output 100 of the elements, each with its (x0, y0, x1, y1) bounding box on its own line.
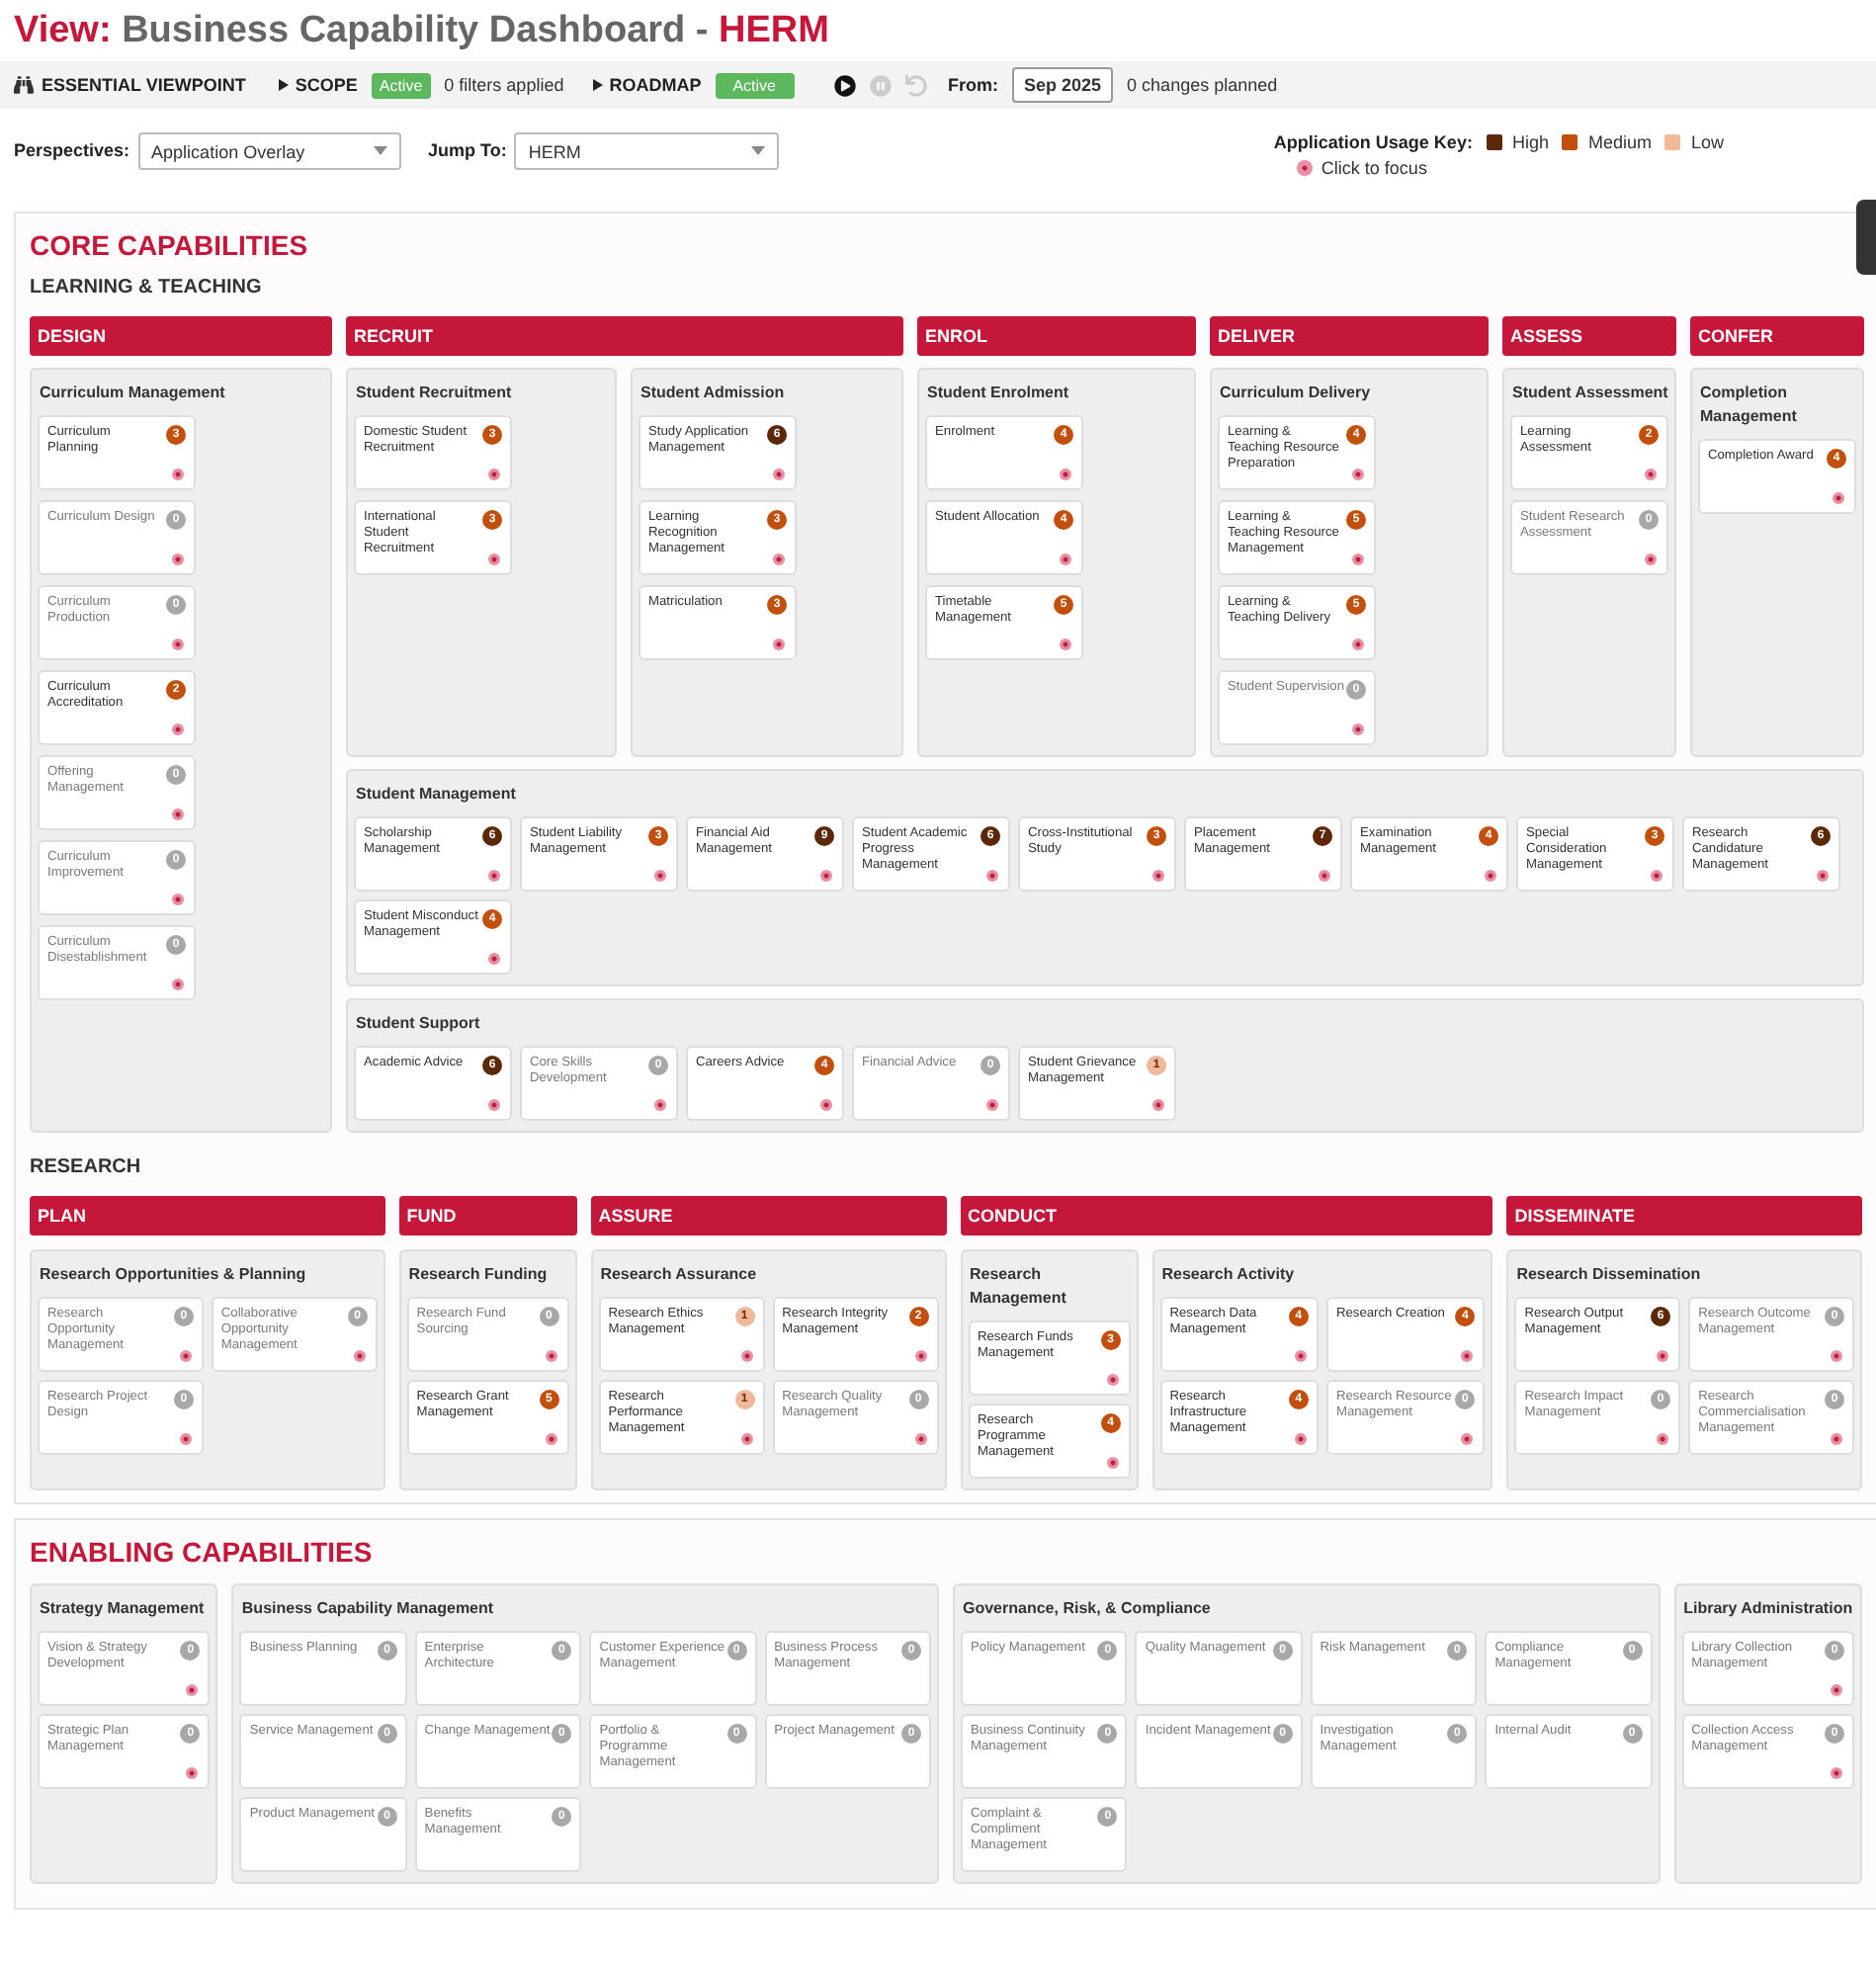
focus-icon[interactable] (488, 1099, 500, 1111)
focus-icon[interactable] (740, 1433, 753, 1445)
focus-icon[interactable] (1294, 1350, 1307, 1362)
focus-icon[interactable] (1831, 1433, 1842, 1445)
focus-icon[interactable] (488, 870, 500, 882)
group-title: Research Funding (408, 1263, 550, 1287)
group-title: Research Activity (1161, 1263, 1297, 1287)
jump-to-select[interactable]: HERM (514, 132, 780, 170)
focus-icon[interactable] (654, 870, 666, 882)
focus-icon[interactable] (353, 1350, 366, 1362)
focus-icon[interactable] (1651, 870, 1663, 882)
focus-icon[interactable] (1831, 1767, 1842, 1779)
focus-icon[interactable] (914, 1433, 926, 1445)
caret-icon (593, 79, 604, 91)
focus-icon[interactable] (1352, 639, 1364, 650)
changes-info: 0 changes planned (1127, 75, 1278, 95)
focus-icon[interactable] (1060, 469, 1071, 480)
legend-label: Low (1690, 132, 1724, 152)
perspectives-label: Perspectives: (14, 140, 130, 160)
focus-icon[interactable] (186, 1684, 199, 1696)
legend-label: High (1511, 132, 1549, 152)
focus-icon[interactable] (1060, 554, 1071, 565)
focus-icon[interactable] (1352, 724, 1364, 735)
focus-icon[interactable] (488, 554, 500, 565)
binoculars-icon (14, 75, 34, 95)
stage-header: ASSESS (1502, 316, 1676, 356)
focus-icon[interactable] (820, 870, 832, 882)
group-title: Student Enrolment (927, 382, 1071, 405)
subsection-title: LEARNING & TEACHING (30, 277, 264, 298)
focus-icon[interactable] (1461, 1433, 1474, 1445)
focus-icon[interactable] (1352, 554, 1364, 565)
focus-icon[interactable] (1645, 554, 1657, 565)
dropdown-caret-icon (373, 146, 387, 156)
focus-icon[interactable] (773, 639, 785, 650)
focus-icon[interactable] (1831, 1350, 1842, 1362)
focus-icon[interactable] (1106, 1457, 1119, 1469)
page-title: View: Business Capability Dashboard - HERM (12, 8, 831, 55)
focus-icon[interactable] (1352, 469, 1364, 480)
jump-to-label: Jump To: (428, 140, 507, 160)
focus-icon[interactable] (1657, 1350, 1669, 1362)
focus-icon (1297, 160, 1314, 176)
focus-icon[interactable] (488, 953, 500, 965)
stage-header: DESIGN (30, 316, 332, 356)
group-title: Business Capability Management (241, 1597, 496, 1621)
stage-header: RECRUIT (346, 316, 903, 356)
focus-icon[interactable] (488, 469, 500, 480)
focus-icon[interactable] (1833, 492, 1844, 504)
focus-icon[interactable] (186, 1767, 199, 1779)
focus-icon[interactable] (1319, 870, 1330, 882)
focus-icon[interactable] (1152, 870, 1164, 882)
focus-icon[interactable] (172, 639, 184, 650)
focus-icon[interactable] (654, 1099, 666, 1111)
focus-icon[interactable] (179, 1433, 192, 1445)
focus-icon[interactable] (172, 724, 184, 735)
focus-icon[interactable] (172, 979, 184, 990)
group-title: Library Administration (1683, 1597, 1854, 1621)
focus-icon[interactable] (986, 1099, 998, 1111)
focus-icon[interactable] (1817, 870, 1829, 882)
group-title: Governance, Risk, & Compliance (963, 1597, 1213, 1621)
stage-header: PLAN (30, 1196, 385, 1236)
focus-icon[interactable] (179, 1350, 192, 1362)
play-icon[interactable] (833, 74, 856, 96)
focus-icon[interactable] (1060, 639, 1071, 650)
group-title: Research Dissemination (1516, 1263, 1703, 1287)
roadmap-label[interactable]: ROADMAP (609, 75, 702, 95)
date-field[interactable]: Sep 2025 (1012, 67, 1114, 103)
group-title: Strategy Management (40, 1597, 207, 1621)
scope-label[interactable]: SCOPE (295, 75, 358, 95)
scope-status-badge: Active (371, 72, 431, 98)
focus-icon[interactable] (1831, 1684, 1842, 1696)
focus-icon[interactable] (1461, 1350, 1474, 1362)
focus-icon[interactable] (1485, 870, 1496, 882)
focus-icon[interactable] (740, 1350, 753, 1362)
focus-icon[interactable] (172, 894, 184, 905)
group-title: Student Assessment (1512, 382, 1668, 405)
focus-icon[interactable] (172, 554, 184, 565)
perspectives-select[interactable]: Application Overlay (137, 132, 401, 170)
caret-icon (279, 79, 290, 91)
focus-icon[interactable] (172, 469, 184, 480)
focus-icon[interactable] (1645, 469, 1657, 480)
focus-icon[interactable] (1106, 1374, 1119, 1386)
brand-label: ESSENTIAL VIEWPOINT (42, 75, 246, 95)
focus-icon[interactable] (545, 1350, 557, 1362)
stage-header: DISSEMINATE (1506, 1196, 1862, 1236)
focus-icon[interactable] (773, 554, 785, 565)
stage-header: CONDUCT (960, 1196, 1493, 1236)
focus-icon[interactable] (1294, 1433, 1307, 1445)
focus-icon[interactable] (773, 469, 785, 480)
focus-hint: Click to focus (1321, 158, 1427, 178)
subsection-title: RESEARCH (30, 1156, 143, 1178)
from-label: From: (948, 75, 999, 95)
focus-icon[interactable] (1152, 1099, 1164, 1111)
focus-icon[interactable] (172, 809, 184, 820)
stage-header: DELIVER (1210, 316, 1489, 356)
focus-icon[interactable] (820, 1099, 832, 1111)
focus-icon[interactable] (914, 1350, 926, 1362)
side-panel-tab[interactable] (1856, 200, 1876, 275)
focus-icon[interactable] (545, 1433, 557, 1445)
focus-icon[interactable] (986, 870, 998, 882)
focus-icon[interactable] (1657, 1433, 1669, 1445)
